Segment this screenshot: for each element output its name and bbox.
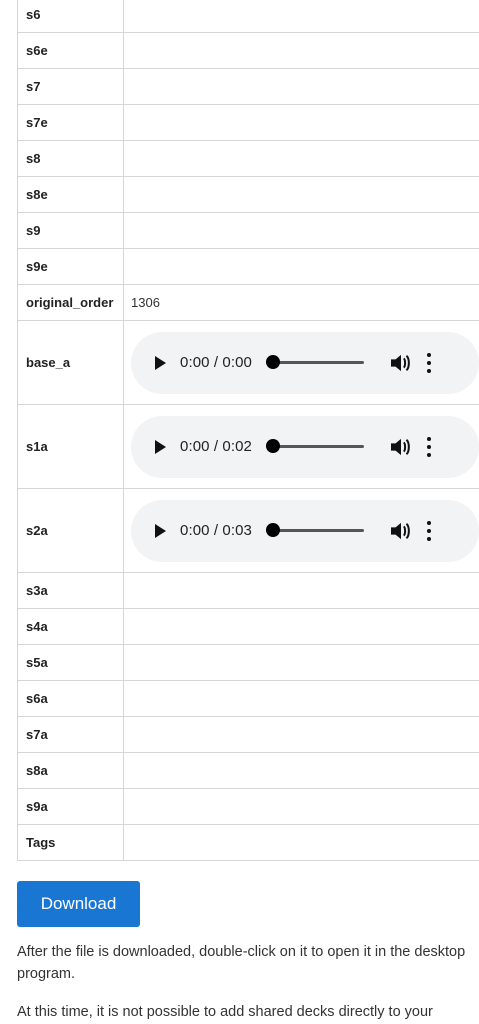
field-name: s9e <box>17 248 124 285</box>
field-value <box>123 176 479 213</box>
table-row: s6 <box>17 0 479 33</box>
volume-icon[interactable] <box>390 521 412 541</box>
table-row: s9a <box>17 788 479 825</box>
download-instructions: After the file is downloaded, double-cli… <box>17 944 466 982</box>
field-name: Tags <box>17 824 124 861</box>
field-value <box>123 104 479 141</box>
seek-slider[interactable] <box>266 523 364 537</box>
table-row: base_a 0:00 / 0:00 <box>17 320 479 405</box>
field-name: original_order <box>17 284 124 321</box>
audio-time: 0:00 / 0:02 <box>180 438 252 455</box>
field-value <box>123 140 479 177</box>
table-row: s8a <box>17 752 479 789</box>
field-name: base_a <box>17 320 124 405</box>
field-name: s6a <box>17 680 124 717</box>
seek-thumb[interactable] <box>266 439 280 453</box>
more-options-icon[interactable] <box>426 520 432 541</box>
field-name: s7 <box>17 68 124 105</box>
table-row: s2a 0:00 / 0:03 <box>17 488 479 573</box>
audio-player: 0:00 / 0:03 <box>131 499 479 562</box>
shared-decks-note: At this time, it is not possible to add … <box>17 1004 433 1020</box>
table-row: s7 <box>17 68 479 105</box>
audio-player: 0:00 / 0:00 <box>131 331 479 394</box>
field-name: s7e <box>17 104 124 141</box>
fields-table: s6 s6e s7 s7e s8 s8e s9 s9e original_ord… <box>17 0 479 861</box>
table-row: s9 <box>17 212 479 249</box>
seek-thumb[interactable] <box>266 523 280 537</box>
table-row: s7a <box>17 716 479 753</box>
field-value <box>123 32 479 69</box>
play-icon[interactable] <box>155 439 166 454</box>
table-row: s3a <box>17 572 479 609</box>
field-value <box>123 572 479 609</box>
field-name: s6 <box>17 0 124 33</box>
field-name: s8a <box>17 752 124 789</box>
field-value <box>123 68 479 105</box>
table-row: s8 <box>17 140 479 177</box>
field-name: s2a <box>17 488 124 573</box>
table-row: s6a <box>17 680 479 717</box>
audio-cell: 0:00 / 0:02 <box>123 404 479 489</box>
audio-time: 0:00 / 0:03 <box>180 522 252 539</box>
volume-icon[interactable] <box>390 437 412 457</box>
volume-icon[interactable] <box>390 353 412 373</box>
seek-slider[interactable] <box>266 439 364 453</box>
audio-time: 0:00 / 0:00 <box>180 354 252 371</box>
table-row: s8e <box>17 176 479 213</box>
audio-player: 0:00 / 0:02 <box>131 415 479 478</box>
field-name: s8e <box>17 176 124 213</box>
field-value <box>123 608 479 645</box>
field-value <box>123 680 479 717</box>
field-value: 1306 <box>123 284 479 321</box>
download-button[interactable]: Download <box>17 881 140 927</box>
field-name: s8 <box>17 140 124 177</box>
field-value <box>123 212 479 249</box>
more-options-icon[interactable] <box>426 436 432 457</box>
play-icon[interactable] <box>155 523 166 538</box>
audio-cell: 0:00 / 0:03 <box>123 488 479 573</box>
audio-cell: 0:00 / 0:00 <box>123 320 479 405</box>
seek-slider[interactable] <box>266 355 364 369</box>
table-row: s1a 0:00 / 0:02 <box>17 404 479 489</box>
field-value <box>123 248 479 285</box>
table-row: s5a <box>17 644 479 681</box>
table-row: Tags <box>17 824 479 861</box>
field-value <box>123 0 479 33</box>
field-value <box>123 644 479 681</box>
table-row: s9e <box>17 248 479 285</box>
field-value <box>123 716 479 753</box>
field-name: s6e <box>17 32 124 69</box>
field-name: s4a <box>17 608 124 645</box>
field-value <box>123 752 479 789</box>
field-name: s7a <box>17 716 124 753</box>
table-row: original_order 1306 <box>17 284 479 321</box>
table-row: s6e <box>17 32 479 69</box>
field-name: s9a <box>17 788 124 825</box>
field-name: s5a <box>17 644 124 681</box>
field-value <box>123 824 479 861</box>
field-name: s9 <box>17 212 124 249</box>
field-name: s3a <box>17 572 124 609</box>
field-value <box>123 788 479 825</box>
seek-thumb[interactable] <box>266 355 280 369</box>
more-options-icon[interactable] <box>426 352 432 373</box>
table-row: s4a <box>17 608 479 645</box>
play-icon[interactable] <box>155 355 166 370</box>
fields-table-container: s6 s6e s7 s7e s8 s8e s9 s9e original_ord… <box>17 0 479 861</box>
field-name: s1a <box>17 404 124 489</box>
table-row: s7e <box>17 104 479 141</box>
